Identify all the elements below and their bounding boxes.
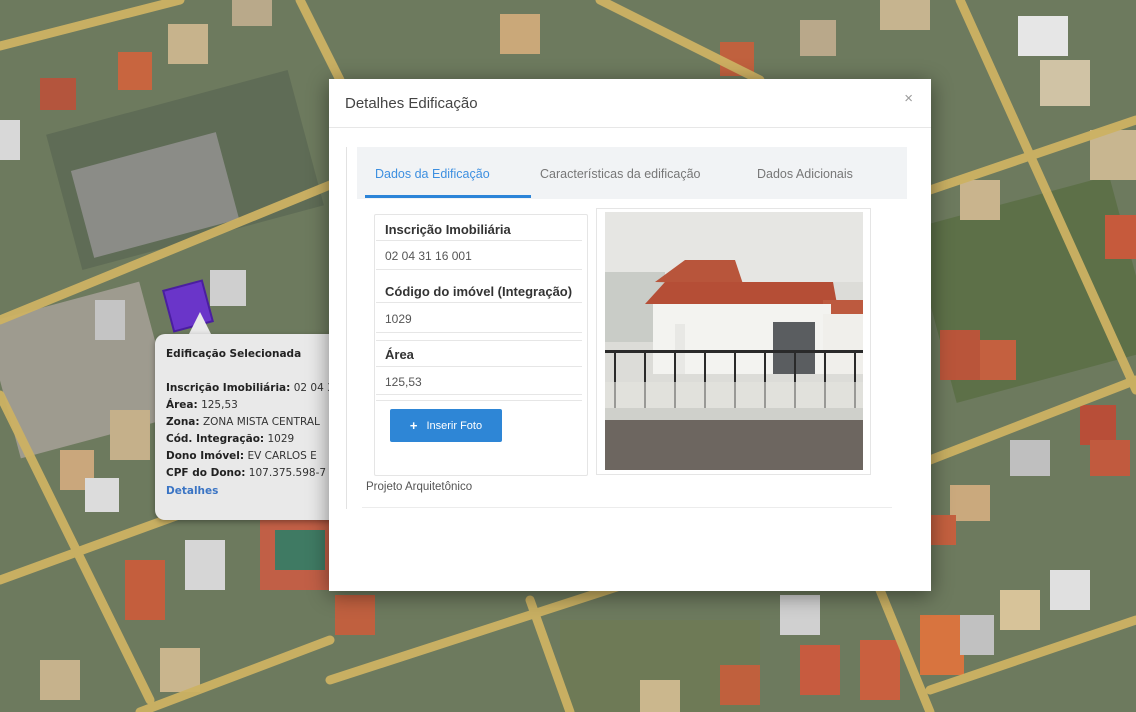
map-popup-details-link[interactable]: Detalhes <box>166 485 218 497</box>
field-value-area: 125,53 <box>385 375 422 389</box>
building-details-modal: Detalhes Edificação × Dados da Edificaçã… <box>329 79 931 591</box>
field-label-inscricao: Inscrição Imobiliária <box>385 222 511 237</box>
building-photo <box>605 212 863 470</box>
map-popup: Edificação Selecionada Inscrição Imobili… <box>155 334 355 520</box>
map-popup-row-zona: Zona: ZONA MISTA CENTRAL <box>166 416 320 428</box>
field-divider <box>376 302 582 303</box>
map-popup-title: Edificação Selecionada <box>166 348 302 360</box>
insert-photo-label: Inserir Foto <box>426 419 483 432</box>
field-label-area: Área <box>385 347 414 362</box>
map-popup-row-inscricao: Inscrição Imobiliária: 02 04 3 <box>166 382 334 394</box>
modal-title: Detalhes Edificação <box>345 95 478 112</box>
insert-photo-button[interactable]: + Inserir Foto <box>390 409 502 442</box>
map-popup-row-integracao: Cód. Integração: 1029 <box>166 433 295 445</box>
map-popup-row-area: Área: 125,53 <box>166 399 238 411</box>
close-icon[interactable]: × <box>904 90 913 107</box>
map-popup-row-cpf: CPF do Dono: 107.375.598-7 <box>166 467 327 479</box>
tab-dados-adicionais[interactable]: Dados Adicionais <box>757 167 853 181</box>
map-popup-pointer <box>188 312 212 336</box>
field-label-codigo: Código do imóvel (Integração) <box>385 284 573 299</box>
section-divider <box>362 507 892 508</box>
field-divider <box>376 400 582 401</box>
modal-header: Detalhes Edificação × <box>329 79 931 128</box>
field-divider <box>376 332 582 333</box>
plus-icon: + <box>409 418 418 433</box>
field-divider <box>376 366 582 367</box>
field-divider <box>376 269 582 270</box>
field-value-inscricao: 02 04 31 16 001 <box>385 249 472 263</box>
map-popup-row-dono: Dono Imóvel: EV CARLOS E <box>166 450 317 462</box>
field-divider <box>376 394 582 395</box>
active-tab-indicator <box>365 195 531 198</box>
field-divider <box>376 340 582 341</box>
tab-dados-edificacao[interactable]: Dados da Edificação <box>375 167 490 181</box>
field-divider <box>376 240 582 241</box>
tab-caracteristicas-edificacao[interactable]: Características da edificação <box>540 167 701 181</box>
building-photo-frame <box>596 208 871 475</box>
field-value-codigo: 1029 <box>385 312 412 326</box>
tab-bar: Dados da Edificação Características da e… <box>357 147 907 199</box>
architectural-project-label: Projeto Arquitetônico <box>366 481 473 493</box>
